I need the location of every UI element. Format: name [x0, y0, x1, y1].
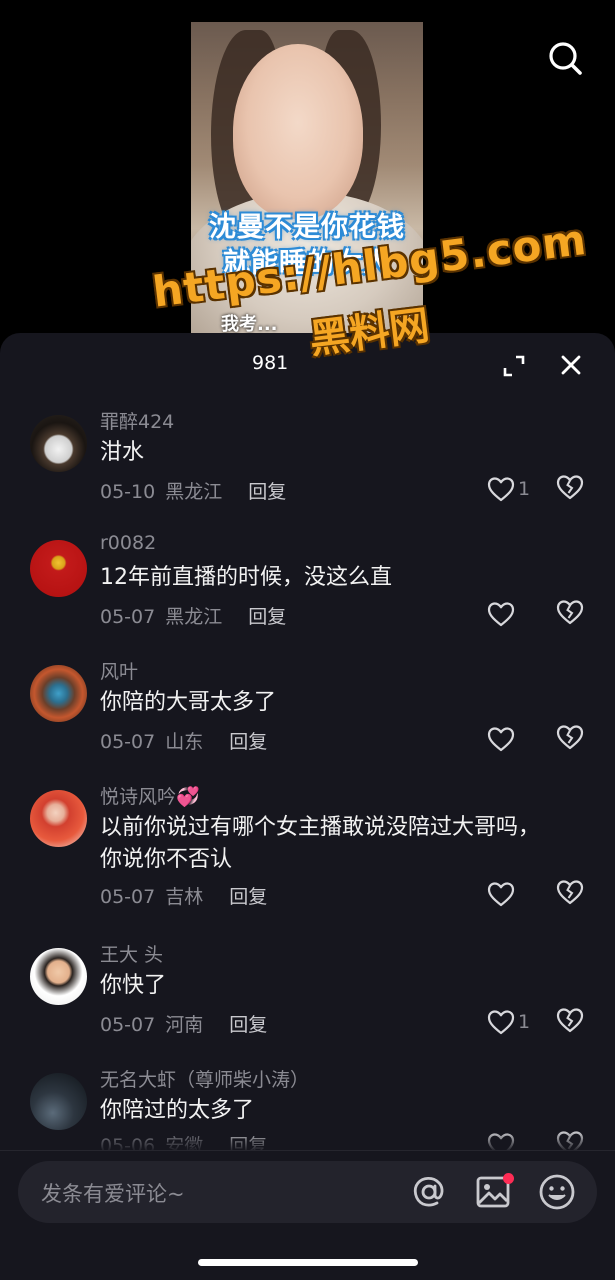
dislike-button[interactable] [556, 879, 586, 909]
comment-meta: 05-07 河南 回复 [100, 1010, 267, 1037]
comment-meta: 05-07 山东 回复 [100, 727, 267, 754]
comment-count: 981 [252, 352, 289, 374]
broken-heart-icon [556, 475, 584, 500]
like-button[interactable] [487, 724, 547, 754]
video-caption: 沈曼不是你花钱 就能睡的女人 [191, 210, 423, 282]
emoji-button[interactable] [538, 1173, 576, 1211]
close-button[interactable] [557, 351, 585, 379]
dislike-button[interactable] [556, 599, 586, 629]
dislike-button[interactable] [556, 724, 586, 754]
broken-heart-icon [556, 725, 584, 750]
comment-location: 山东 [165, 731, 204, 753]
comment-location: 黑龙江 [165, 481, 223, 503]
comment-username[interactable]: 悦诗风吟💞 [100, 782, 200, 809]
comment-username[interactable]: 罪醉424 [100, 407, 174, 434]
comment-date: 05-07 [100, 886, 156, 908]
comment-item[interactable]: r0082 12年前直播的时候，没这么直 05-07 黑龙江 回复 [0, 532, 615, 642]
avatar[interactable] [30, 665, 87, 722]
comment-date: 05-10 [100, 481, 156, 503]
dislike-button[interactable] [556, 1007, 586, 1037]
avatar[interactable] [30, 540, 87, 597]
heart-icon [487, 602, 515, 627]
comment-username[interactable]: 无名大虾（尊师柴小涛） [100, 1065, 309, 1092]
comment-text: 泔水 [100, 440, 145, 465]
at-icon [413, 1176, 444, 1207]
emoji-icon [539, 1174, 575, 1210]
comment-text: 你陪的大哥太多了 [100, 690, 277, 715]
search-icon [549, 42, 582, 75]
comment-username[interactable]: 风叶 [100, 657, 138, 684]
expand-icon [503, 355, 525, 377]
notification-dot [503, 1173, 514, 1184]
comment-item[interactable]: 王大 头 你快了 05-07 河南 回复 1 [0, 940, 615, 1050]
reply-button[interactable]: 回复 [248, 606, 286, 628]
comment-location: 黑龙江 [165, 606, 223, 628]
video-caption-line2: 就能睡的女人 [223, 248, 391, 279]
like-button[interactable] [487, 599, 547, 629]
video-area[interactable]: 沈曼不是你花钱 就能睡的女人 我考... [0, 0, 615, 345]
comment-username[interactable]: 王大 头 [100, 940, 163, 967]
reply-button[interactable]: 回复 [229, 886, 267, 908]
comment-date: 05-07 [100, 731, 156, 753]
heart-icon [487, 477, 515, 502]
mention-button[interactable] [411, 1174, 447, 1210]
home-indicator[interactable] [198, 1259, 418, 1266]
avatar[interactable] [30, 415, 87, 472]
like-button[interactable]: 1 [487, 474, 547, 504]
avatar[interactable] [30, 1073, 87, 1130]
broken-heart-icon [556, 880, 584, 905]
expand-button[interactable] [501, 353, 527, 379]
like-count: 1 [518, 478, 531, 500]
broken-heart-icon [556, 600, 584, 625]
broken-heart-icon [556, 1008, 584, 1033]
reply-button[interactable]: 回复 [229, 1014, 267, 1036]
comments-header: 981 [0, 333, 615, 395]
comment-item[interactable]: 悦诗风吟💞 以前你说过有哪个女主播敢说没陪过大哥吗，你说你不否认 05-07 吉林… [0, 782, 615, 922]
video-figure-face [233, 44, 363, 219]
comment-meta: 05-07 吉林 回复 [100, 882, 267, 909]
comment-input-bar[interactable]: 发条有爱评论~ [18, 1161, 597, 1223]
heart-icon [487, 1010, 515, 1035]
comment-username[interactable]: r0082 [100, 532, 156, 554]
avatar[interactable] [30, 790, 87, 847]
dislike-button[interactable] [556, 474, 586, 504]
comment-text: 你快了 [100, 973, 167, 998]
comment-text: 你陪过的太多了 [100, 1098, 255, 1123]
comment-input-placeholder[interactable]: 发条有爱评论~ [41, 1178, 185, 1208]
comment-item[interactable]: 风叶 你陪的大哥太多了 05-07 山东 回复 [0, 657, 615, 767]
comment-location: 吉林 [165, 886, 204, 908]
heart-icon [487, 882, 515, 907]
like-button[interactable] [487, 879, 547, 909]
search-button[interactable] [545, 38, 585, 78]
reply-button[interactable]: 回复 [229, 731, 267, 753]
comment-date: 05-07 [100, 1014, 156, 1036]
like-count: 1 [518, 1011, 531, 1033]
video-thumbnail[interactable]: 沈曼不是你花钱 就能睡的女人 我考... [191, 22, 423, 340]
comment-meta: 05-07 黑龙江 回复 [100, 602, 286, 629]
avatar[interactable] [30, 948, 87, 1005]
comment-location: 河南 [165, 1014, 204, 1036]
comment-item[interactable]: 罪醉424 泔水 05-10 黑龙江 回复 1 [0, 407, 615, 517]
heart-icon [487, 727, 515, 752]
comment-text: 以前你说过有哪个女主播敢说没陪过大哥吗，你说你不否认 [100, 815, 541, 872]
like-button[interactable]: 1 [487, 1007, 547, 1037]
video-caption-line1: 沈曼不是你花钱 [209, 212, 405, 243]
divider [0, 1150, 615, 1151]
comment-text: 12年前直播的时候，没这么直 [100, 565, 392, 590]
comment-date: 05-07 [100, 606, 156, 628]
reply-button[interactable]: 回复 [248, 481, 286, 503]
list-fade [0, 1130, 615, 1152]
close-icon [561, 355, 581, 375]
comment-meta: 05-10 黑龙江 回复 [100, 477, 286, 504]
